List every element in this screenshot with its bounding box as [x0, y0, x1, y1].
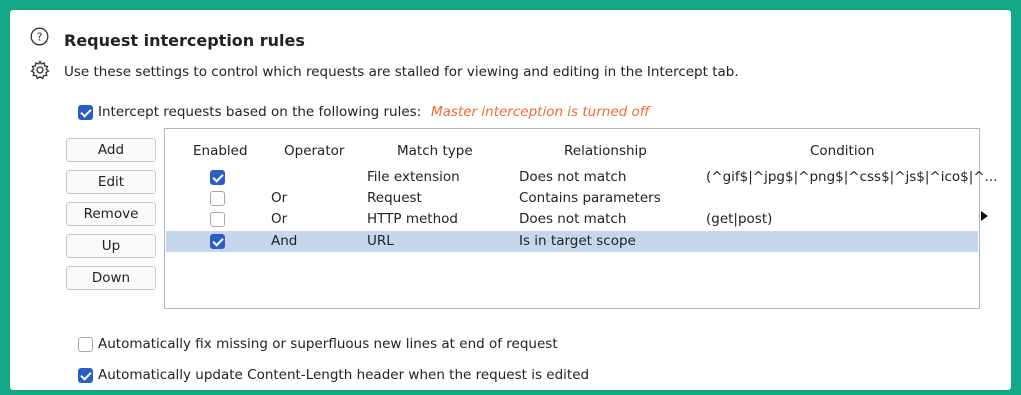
- table-row[interactable]: Or Request Contains parameters: [166, 188, 978, 209]
- row-match-type: File extension: [367, 169, 460, 185]
- section-description: Use these settings to control which requ…: [64, 64, 739, 80]
- row-enabled-checkbox[interactable]: [210, 191, 225, 206]
- scroll-right-arrow-icon[interactable]: [981, 211, 988, 221]
- fix-newlines-label: Automatically fix missing or superfluous…: [98, 336, 558, 352]
- column-header-match-type[interactable]: Match type: [397, 143, 473, 159]
- master-interception-warning: Master interception is turned off: [431, 104, 650, 120]
- help-icon[interactable]: ?: [30, 27, 49, 46]
- down-button[interactable]: Down: [66, 266, 156, 290]
- column-header-operator[interactable]: Operator: [284, 143, 344, 159]
- up-button[interactable]: Up: [66, 234, 156, 258]
- column-header-relationship[interactable]: Relationship: [564, 143, 647, 159]
- intercept-rules-label: Intercept requests based on the followin…: [98, 104, 422, 120]
- update-content-length-label: Automatically update Content-Length head…: [98, 367, 590, 383]
- row-enabled-checkbox[interactable]: [210, 234, 225, 249]
- row-match-type: URL: [367, 233, 394, 249]
- row-relationship: Does not match: [519, 211, 627, 227]
- rules-table[interactable]: Enabled Operator Match type Relationship…: [164, 128, 998, 309]
- gear-icon[interactable]: [30, 60, 50, 80]
- row-relationship: Does not match: [519, 169, 627, 185]
- add-button[interactable]: Add: [66, 138, 156, 162]
- row-match-type: Request: [367, 190, 422, 206]
- row-relationship: Is in target scope: [519, 233, 636, 249]
- row-operator: Or: [271, 211, 288, 227]
- update-content-length-checkbox[interactable]: [78, 368, 93, 383]
- svg-text:?: ?: [37, 31, 43, 44]
- row-relationship: Contains parameters: [519, 190, 661, 206]
- remove-button[interactable]: Remove: [66, 202, 156, 226]
- row-condition: (get|post): [706, 211, 773, 227]
- column-header-condition[interactable]: Condition: [810, 143, 874, 159]
- row-operator: And: [271, 233, 298, 249]
- row-enabled-checkbox[interactable]: [210, 212, 225, 227]
- row-match-type: HTTP method: [367, 211, 458, 227]
- fix-newlines-checkbox[interactable]: [78, 337, 93, 352]
- row-enabled-checkbox[interactable]: [210, 170, 225, 185]
- table-row[interactable]: File extension Does not match (^gif$|^jp…: [166, 167, 998, 188]
- table-row-selected[interactable]: And URL Is in target scope: [166, 231, 978, 252]
- table-row[interactable]: Or HTTP method Does not match (get|post): [166, 209, 978, 230]
- section-title: Request interception rules: [64, 31, 305, 50]
- intercept-rules-checkbox[interactable]: [78, 105, 93, 120]
- edit-button[interactable]: Edit: [66, 170, 156, 194]
- row-condition: (^gif$|^jpg$|^png$|^css$|^js$|^ico$|^...: [706, 169, 998, 185]
- column-header-enabled[interactable]: Enabled: [193, 143, 248, 159]
- row-operator: Or: [271, 190, 288, 206]
